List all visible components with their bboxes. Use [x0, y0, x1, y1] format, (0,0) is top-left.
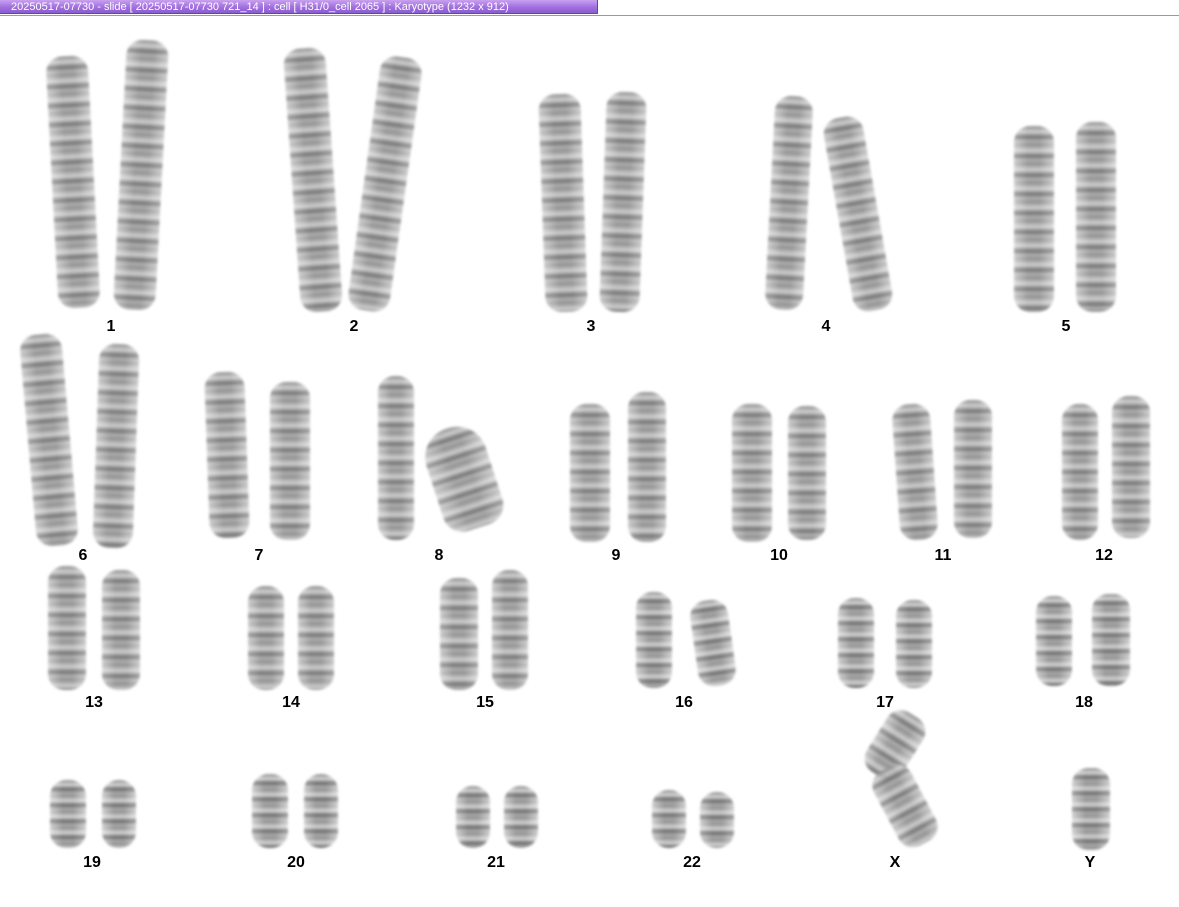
chromosome-label-19: 19: [83, 854, 101, 871]
chromosome-19a[interactable]: [50, 780, 86, 848]
chromosome-11a[interactable]: [891, 402, 939, 542]
chromosome-1b[interactable]: [112, 39, 170, 311]
chromosome-7a[interactable]: [204, 371, 250, 539]
chromosome-7b[interactable]: [270, 382, 310, 540]
chromosome-13b[interactable]: [102, 570, 140, 690]
chromosome-3b[interactable]: [599, 91, 647, 313]
chromosome-label-22: 22: [683, 854, 701, 871]
chromosome-10a[interactable]: [732, 404, 772, 542]
chromosome-label-7: 7: [254, 547, 264, 564]
chromosome-19b[interactable]: [102, 780, 136, 848]
chromosome-6b[interactable]: [92, 343, 140, 549]
chromosome-21b[interactable]: [504, 786, 538, 848]
chromosome-6a[interactable]: [18, 332, 80, 548]
chromosome-y[interactable]: [1072, 768, 1110, 850]
chromosome-label-11: 11: [934, 547, 952, 564]
chromosome-9b[interactable]: [628, 392, 666, 542]
chromosome-9a[interactable]: [570, 404, 610, 542]
chromosome-label-3: 3: [586, 318, 596, 335]
chromosome-22a[interactable]: [652, 790, 686, 848]
chromosome-label-14: 14: [282, 694, 300, 711]
chromosome-11b[interactable]: [954, 400, 992, 538]
chromosome-label-15: 15: [476, 694, 494, 711]
chromosome-18a[interactable]: [1036, 596, 1072, 686]
chromosome-10b[interactable]: [788, 406, 826, 540]
chromosome-4a[interactable]: [764, 95, 814, 311]
chromosome-4b[interactable]: [821, 114, 895, 314]
chromosome-18b[interactable]: [1092, 594, 1130, 686]
chromosome-label-4: 4: [821, 318, 831, 335]
chromosome-15a[interactable]: [440, 578, 478, 690]
chromosome-22b[interactable]: [700, 792, 734, 848]
chromosome-5b[interactable]: [1076, 122, 1116, 312]
chromosome-label-21: 21: [487, 854, 505, 871]
window-title-bar[interactable]: 20250517-07730 - slide [ 20250517-07730 …: [0, 0, 598, 14]
chromosome-label-18: 18: [1075, 694, 1093, 711]
chromosome-label-20: 20: [287, 854, 305, 871]
chromosome-14a[interactable]: [248, 586, 284, 690]
chromosome-3a[interactable]: [538, 93, 588, 313]
chromosome-16a[interactable]: [636, 592, 672, 688]
chromosome-17b[interactable]: [896, 600, 932, 688]
chromosome-label-16: 16: [675, 694, 693, 711]
chromosome-label-2: 2: [349, 318, 359, 335]
chromosome-label-6: 6: [78, 547, 88, 564]
chromosome-12b[interactable]: [1112, 396, 1150, 538]
chromosome-label-13: 13: [85, 694, 103, 711]
chromosome-8b[interactable]: [417, 418, 509, 538]
chromosome-label-y: Y: [1084, 854, 1096, 871]
karyotype-window: 20250517-07730 - slide [ 20250517-07730 …: [0, 0, 1179, 907]
window-title: 20250517-07730 - slide [ 20250517-07730 …: [11, 1, 509, 13]
chromosome-label-x: X: [889, 854, 901, 871]
karyogram-area: 1 2 3 4 5 6 7 8 9 10 11 12 13 14 15 16 1…: [0, 16, 1179, 907]
chromosome-21a[interactable]: [456, 786, 490, 848]
chromosome-label-8: 8: [434, 547, 444, 564]
chromosome-2b[interactable]: [346, 54, 424, 314]
chromosome-17a[interactable]: [838, 598, 874, 688]
chromosome-1a[interactable]: [45, 55, 101, 309]
chromosome-15b[interactable]: [492, 570, 528, 690]
chromosome-20a[interactable]: [252, 774, 288, 848]
chromosome-16b[interactable]: [688, 597, 738, 689]
chromosome-label-12: 12: [1095, 547, 1113, 564]
chromosome-14b[interactable]: [298, 586, 334, 690]
chromosome-13a[interactable]: [48, 566, 86, 690]
chromosome-20b[interactable]: [304, 774, 338, 848]
chromosome-5a[interactable]: [1014, 126, 1054, 312]
chromosome-label-9: 9: [611, 547, 621, 564]
chromosome-8a[interactable]: [378, 376, 414, 540]
chromosome-label-10: 10: [770, 547, 788, 564]
chromosome-2a[interactable]: [282, 46, 344, 314]
chromosome-label-5: 5: [1061, 318, 1071, 335]
chromosome-12a[interactable]: [1062, 404, 1098, 540]
chromosome-x-lower[interactable]: [866, 759, 944, 853]
chromosome-label-1: 1: [106, 318, 116, 335]
